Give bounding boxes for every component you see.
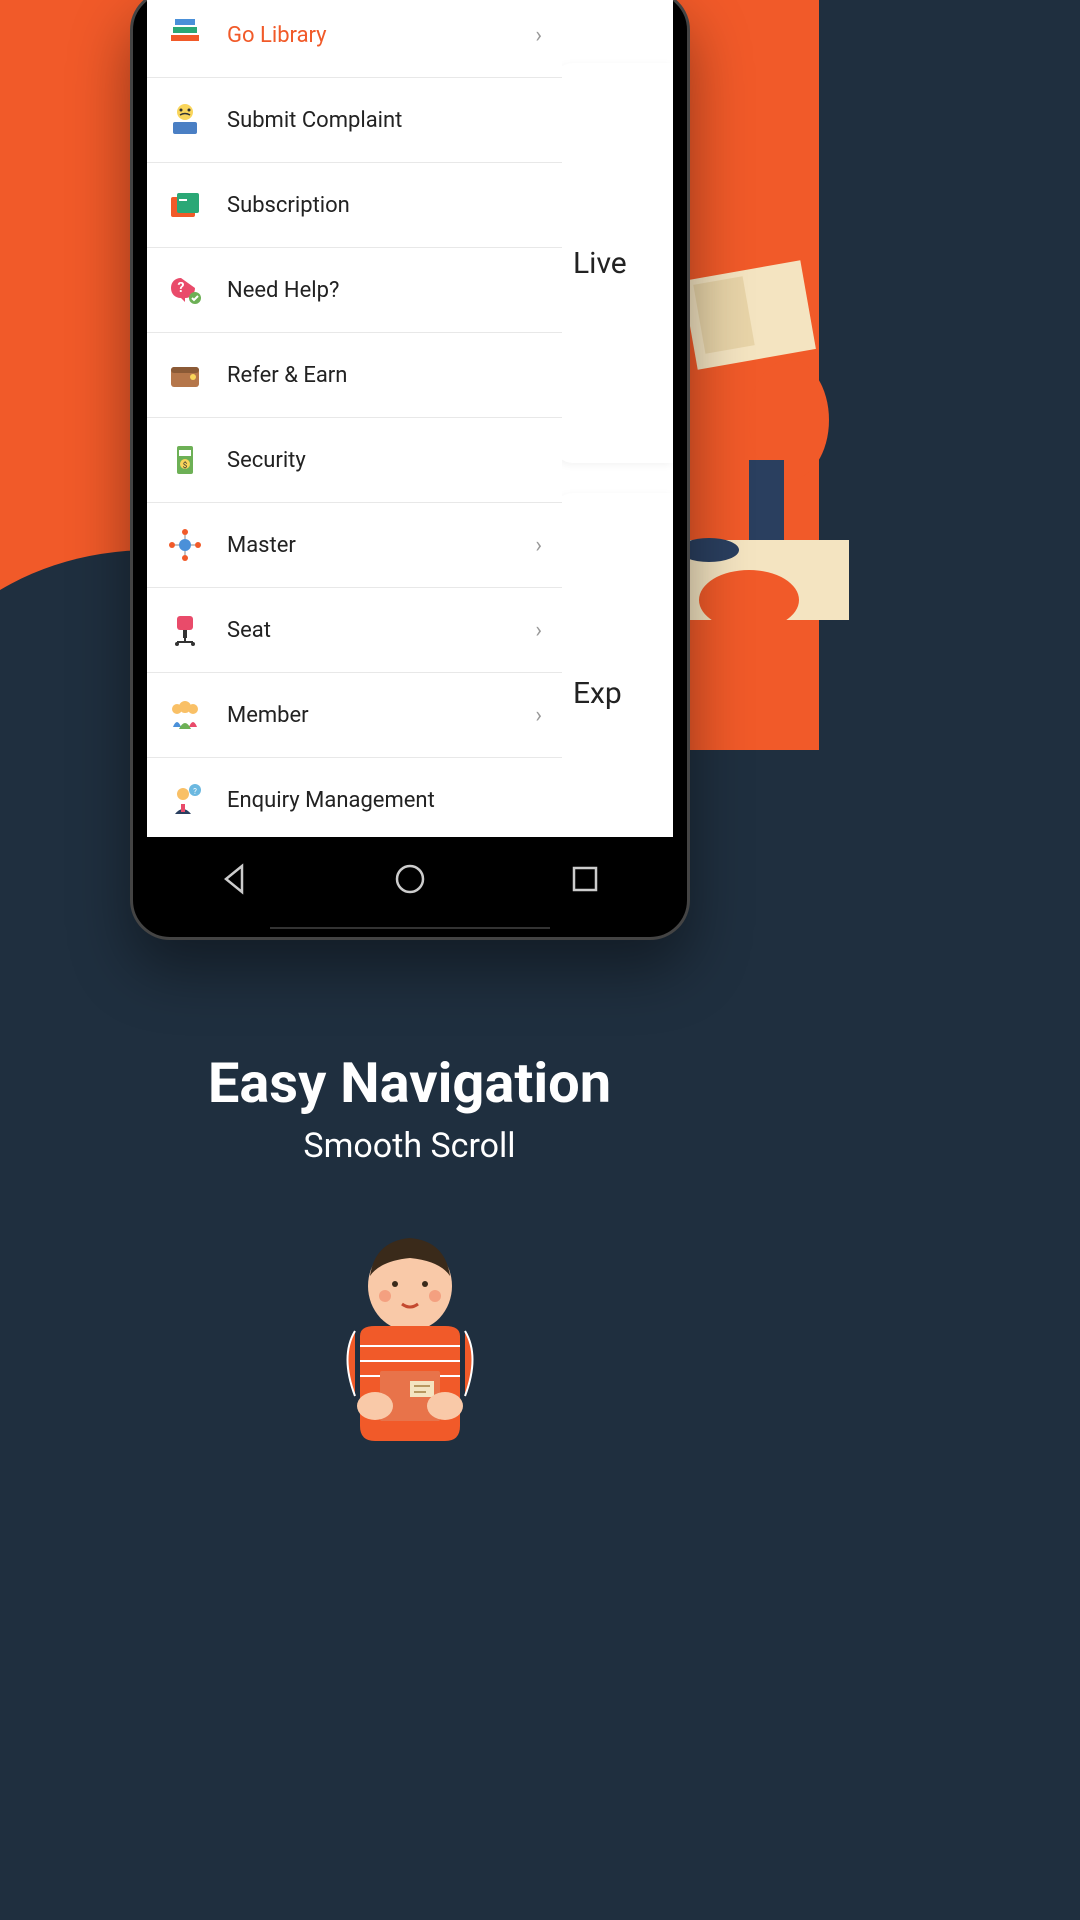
svg-text:$: $ (183, 461, 188, 470)
menu-item-label: Refer & Earn (227, 363, 542, 388)
member-icon (167, 697, 203, 733)
promo-headline: Easy Navigation Smooth Scroll (0, 1050, 819, 1166)
card-live[interactable]: Live (553, 63, 673, 463)
security-icon: $ (167, 442, 203, 478)
menu-item-label: Submit Complaint (227, 108, 542, 133)
chevron-right-icon: › (535, 533, 542, 558)
navigation-menu: Go Library › Submit Complaint Subscripti… (147, 0, 562, 837)
menu-item-enquiry[interactable]: ? Enquiry Management (147, 758, 562, 837)
student-illustration (280, 1226, 540, 1456)
master-icon (167, 527, 203, 563)
chevron-right-icon: › (535, 618, 542, 643)
menu-item-label: Go Library (227, 23, 535, 48)
menu-item-member[interactable]: Member › (147, 673, 562, 758)
menu-item-seat[interactable]: Seat › (147, 588, 562, 673)
menu-item-label: Master (227, 533, 535, 558)
wallet-icon (167, 187, 203, 223)
headline-sub: Smooth Scroll (0, 1126, 819, 1166)
nav-line (270, 927, 550, 929)
card-exp-text: Exp (573, 676, 622, 711)
books-icon (167, 17, 203, 53)
enquiry-icon: ? (167, 782, 203, 818)
chevron-right-icon: › (535, 703, 542, 728)
phone-screen: Live Exp Go Library › Submit Complaint (147, 0, 673, 837)
help-icon: ? (167, 272, 203, 308)
chevron-right-icon: › (535, 23, 542, 48)
android-nav-bar (147, 839, 673, 919)
menu-item-help[interactable]: ? Need Help? (147, 248, 562, 333)
menu-item-subscription[interactable]: Subscription (147, 163, 562, 248)
menu-item-label: Need Help? (227, 278, 542, 303)
svg-text:?: ? (178, 280, 185, 296)
menu-item-library[interactable]: Go Library › (147, 0, 562, 78)
menu-item-label: Member (227, 703, 535, 728)
content-cards-background: Live Exp (553, 63, 673, 837)
menu-item-label: Enquiry Management (227, 788, 542, 813)
menu-item-security[interactable]: $ Security (147, 418, 562, 503)
card-live-text: Live (573, 246, 627, 281)
svg-text:?: ? (193, 787, 197, 796)
card-exp[interactable]: Exp (553, 493, 673, 837)
menu-item-label: Subscription (227, 193, 542, 218)
phone-mockup: Live Exp Go Library › Submit Complaint (130, 0, 690, 940)
recent-icon[interactable] (566, 860, 604, 898)
menu-item-refer[interactable]: Refer & Earn (147, 333, 562, 418)
refer-icon (167, 357, 203, 393)
complaint-icon (167, 102, 203, 138)
home-icon[interactable] (391, 860, 429, 898)
menu-item-master[interactable]: Master › (147, 503, 562, 588)
menu-item-label: Security (227, 448, 542, 473)
seat-icon (167, 612, 203, 648)
headline-main: Easy Navigation (0, 1050, 819, 1116)
menu-item-label: Seat (227, 618, 535, 643)
back-icon[interactable] (216, 860, 254, 898)
menu-item-complaint[interactable]: Submit Complaint (147, 78, 562, 163)
